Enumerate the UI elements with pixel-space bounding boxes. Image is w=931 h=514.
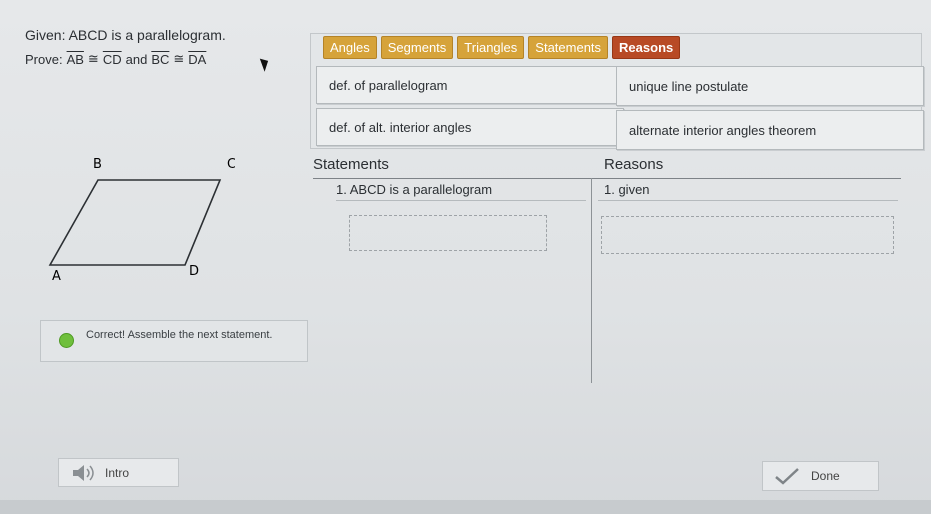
prove-statement: Prove: AB ≅ CD and BC ≅ DA — [25, 51, 206, 67]
segment-ab: AB — [66, 51, 84, 67]
reason-tile-alt-interior-angles-theorem[interactable]: alternate interior angles theorem — [616, 110, 924, 150]
parallelogram-figure: B C A D — [48, 157, 235, 284]
congruent-symbol: ≅ — [87, 51, 99, 66]
reasons-header: Reasons — [604, 156, 664, 173]
intro-button[interactable]: Intro — [58, 458, 179, 487]
vertex-label-c: C — [227, 157, 235, 172]
check-icon — [59, 333, 74, 348]
bottom-bar — [0, 500, 931, 514]
congruent-symbol: ≅ — [173, 51, 185, 66]
tab-segments[interactable]: Segments — [380, 36, 454, 59]
given-statement: Given: ABCD is a parallelogram. — [25, 27, 226, 43]
category-tabs: Angles Segments Triangles Statements Rea… — [323, 36, 681, 59]
reason-tile-unique-line-postulate[interactable]: unique line postulate — [616, 66, 924, 106]
parallelogram-shape — [48, 179, 222, 266]
tab-angles[interactable]: Angles — [323, 36, 377, 59]
row-divider — [598, 200, 898, 201]
segment-da: DA — [188, 51, 207, 67]
segment-cd: CD — [102, 51, 122, 67]
intro-label: Intro — [105, 465, 130, 480]
done-label: Done — [811, 469, 840, 483]
table-column-divider — [591, 178, 592, 383]
and-text: and — [125, 51, 148, 67]
reason-drop-slot[interactable] — [601, 216, 894, 254]
vertex-label-a: A — [52, 269, 61, 284]
vertex-label-b: B — [93, 157, 102, 172]
prove-label: Prove: — [25, 51, 63, 67]
speaker-icon — [73, 464, 94, 481]
checkmark-icon — [775, 468, 799, 485]
tab-statements[interactable]: Statements — [528, 36, 609, 59]
feedback-text: Correct! Assemble the next statement. — [86, 329, 273, 341]
segment-bc: BC — [151, 51, 170, 67]
reason-tile-def-alt-interior-angles[interactable]: def. of alt. interior angles — [316, 108, 624, 146]
feedback-box: Correct! Assemble the next statement. — [40, 320, 308, 362]
done-button[interactable]: Done — [762, 461, 879, 491]
statement-1: 1. ABCD is a parallelogram — [336, 182, 493, 197]
tab-triangles[interactable]: Triangles — [457, 36, 525, 59]
reason-tile-def-parallelogram[interactable]: def. of parallelogram — [316, 66, 624, 104]
statements-header: Statements — [313, 156, 389, 173]
tab-reasons[interactable]: Reasons — [612, 36, 681, 59]
reason-1: 1. given — [604, 182, 650, 197]
vertex-label-d: D — [189, 264, 199, 279]
row-divider — [336, 200, 586, 201]
statement-drop-slot[interactable] — [349, 215, 547, 251]
table-header-divider — [313, 178, 901, 179]
